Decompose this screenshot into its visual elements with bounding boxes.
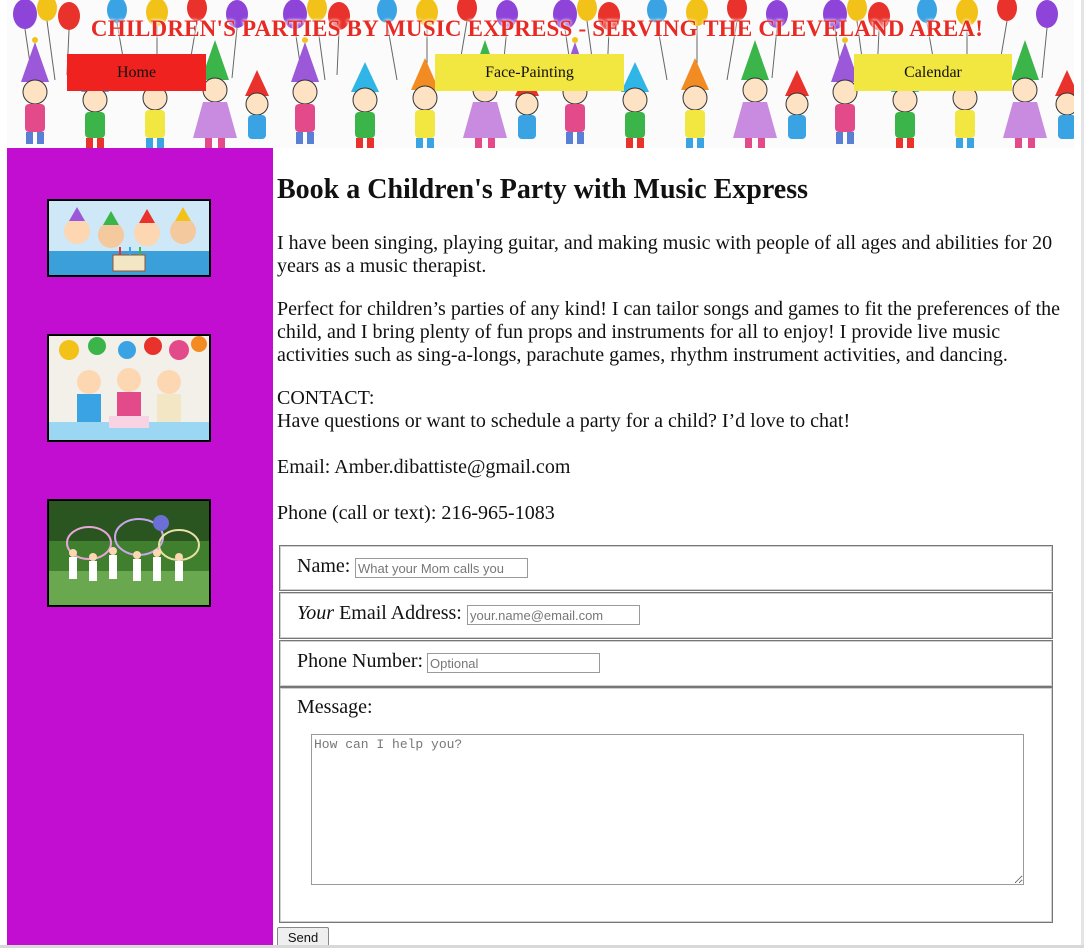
message-textarea[interactable] [311,734,1024,885]
email-label-emphasis: Your [297,602,335,624]
kids-hula-hoop-party-photo [47,499,211,607]
main-content: Book a Children's Party with Music Expre… [277,160,1067,524]
phone-line: Phone (call or text): 216-965-1083 [277,502,555,524]
phone-label: Phone Number: [297,650,424,672]
email-row: Your Email Address: [279,592,1053,639]
email-line: Email: Amber.dibattiste@gmail.com [277,456,571,478]
email-input[interactable] [467,605,640,625]
contact-label: CONTACT: [277,387,375,409]
name-input[interactable] [355,558,528,578]
message-label: Message: [297,696,373,718]
girls-birthday-party-photo [47,334,211,442]
message-row: Message: [279,687,1053,923]
contact-block: CONTACT: Have questions or want to sched… [277,387,1067,433]
kids-party-cake-photo [47,199,211,277]
page-heading: Book a Children's Party with Music Expre… [277,174,809,205]
nav-calendar-button[interactable]: Calendar [854,54,1012,91]
site-title: CHILDREN'S PARTIES BY MUSIC EXPRESS - SE… [90,16,984,41]
services-paragraph: Perfect for children’s parties of any ki… [277,298,1061,366]
email-label: Your Email Address: [297,602,462,625]
nav-home-button[interactable]: Home [67,54,206,91]
phone-input[interactable] [427,653,600,673]
email-label-text: Email Address: [334,602,462,624]
name-label: Name: [297,555,351,577]
nav-face-painting-button[interactable]: Face-Painting [435,54,624,91]
sidebar [7,148,273,948]
intro-paragraph: I have been singing, playing guitar, and… [277,232,1053,277]
contact-text: Have questions or want to schedule a par… [277,410,851,432]
header-banner: CHILDREN'S PARTIES BY MUSIC EXPRESS - SE… [7,0,1074,148]
page-left-edge [0,0,7,948]
phone-row: Phone Number: [279,640,1053,687]
send-button[interactable]: Send [277,927,329,947]
name-row: Name: [279,545,1053,591]
